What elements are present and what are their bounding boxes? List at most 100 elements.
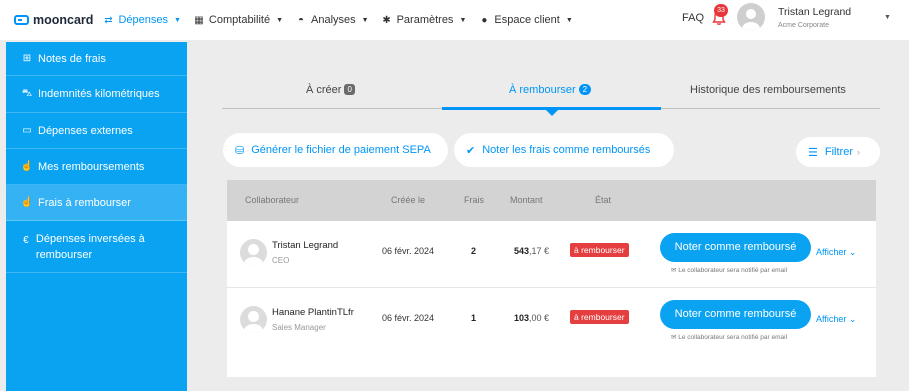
chevron-down-icon: ▼ <box>459 16 467 24</box>
chevron-down-icon: ▼ <box>276 16 283 24</box>
chevron-down-icon: ⌄ <box>848 314 857 324</box>
amount-decimal: ,00 € <box>529 313 550 323</box>
chevron-down-icon: ⌄ <box>848 247 857 257</box>
brand-logo[interactable]: mooncard <box>14 13 93 27</box>
sidebar-item-label: Indemnités kilométriques <box>38 88 160 100</box>
receipt-icon: ⊞ <box>22 53 32 64</box>
euro-refund-icon: € <box>23 235 29 246</box>
column-header-amount[interactable]: Montant <box>510 195 543 205</box>
collaborator-role: CEO <box>272 256 290 265</box>
top-navbar: mooncard ⇄ Dépenses ▼ ▦ Comptabilité ▼ ◓… <box>0 0 909 40</box>
tab-a-creer[interactable]: À créer 0 <box>306 84 355 96</box>
notification-note: ✉ Le collaborateur sera notifié par emai… <box>671 333 787 341</box>
hand-coin-icon: ☝ <box>20 161 34 172</box>
nav-espace-client-label: Espace client <box>494 14 560 26</box>
sidebar-item-depenses-externes[interactable]: ▭ Dépenses externes <box>6 113 187 149</box>
nav-parametres[interactable]: ✱ Paramètres ▼ <box>382 14 467 26</box>
table-row[interactable]: Hanane PlantinTLfr Sales Manager 06 févr… <box>227 287 876 353</box>
sidebar: ⊞ Notes de frais ⛍ Indemnités kilométriq… <box>6 42 187 391</box>
filter-button[interactable]: ☰ Filtrer › <box>796 137 880 167</box>
expense-count: 2 <box>471 246 477 256</box>
amount-decimal: ,17 € <box>529 246 550 256</box>
sidebar-item-indemnites-kilometriques[interactable]: ⛍ Indemnités kilométriques <box>6 76 187 113</box>
mark-as-reimbursed-button[interactable]: Noter comme remboursé <box>660 300 811 329</box>
user-avatar[interactable] <box>737 3 765 31</box>
wallet-euro-icon: ⛁ <box>235 144 245 157</box>
created-date: 06 févr. 2024 <box>382 313 435 323</box>
collaborator-role: Sales Manager <box>272 323 326 332</box>
show-details-label: Afficher <box>816 314 847 324</box>
avatar <box>240 239 267 266</box>
amount: 103,00 € <box>514 313 549 323</box>
chevron-down-icon: ▼ <box>173 16 181 24</box>
user-name[interactable]: Tristan Legrand <box>778 6 851 18</box>
created-date: 06 févr. 2024 <box>382 246 435 256</box>
collaborator-name: Hanane PlantinTLfr <box>272 307 354 318</box>
mark-as-reimbursed-button[interactable]: Noter comme remboursé <box>660 233 811 262</box>
show-details-link[interactable]: Afficher ⌄ <box>816 247 856 258</box>
mark-reimbursed-label: Noter les frais comme remboursés <box>482 144 651 156</box>
exchange-icon: ⇄ <box>104 14 113 26</box>
column-header-collaborator[interactable]: Collaborateur <box>245 195 299 205</box>
user-icon: ● <box>481 14 488 26</box>
sidebar-item-frais-a-rembourser[interactable]: ☝ Frais à rembourser <box>6 185 187 221</box>
amount-integer: 103 <box>514 313 530 323</box>
expense-count: 1 <box>471 313 477 323</box>
amount: 543,17 € <box>514 246 549 256</box>
notification-count-badge: 33 <box>714 4 728 17</box>
table-footer-space <box>227 353 876 377</box>
nav-depenses[interactable]: ⇄ Dépenses ▼ <box>103 14 181 26</box>
column-header-expenses[interactable]: Frais <box>464 195 484 205</box>
avatar-silhouette-icon <box>742 9 760 31</box>
nav-analyses-label: Analyses <box>311 14 356 26</box>
nav-depenses-label: Dépenses <box>118 14 168 26</box>
sidebar-item-label: Frais à rembourser <box>38 196 131 209</box>
filter-label: Filtrer <box>824 146 853 158</box>
generate-sepa-label: Générer le fichier de paiement SEPA <box>251 144 431 156</box>
sidebar-item-label: Dépenses externes <box>38 124 133 137</box>
sidebar-item-depenses-inversees[interactable]: € Dépenses inversées à rembourser <box>6 221 187 273</box>
tab-a-rembourser[interactable]: À rembourser 2 <box>509 84 592 96</box>
chevron-right-icon: › <box>856 147 860 157</box>
status-badge: à rembourser <box>570 310 629 324</box>
column-header-state[interactable]: État <box>595 195 611 205</box>
nav-comptabilite[interactable]: ▦ Comptabilité ▼ <box>194 14 283 26</box>
show-details-link[interactable]: Afficher ⌄ <box>816 314 856 325</box>
nav-analyses[interactable]: ◓ Analyses ▼ <box>296 14 369 26</box>
tab-label: À rembourser <box>509 84 576 96</box>
ledger-icon: ▦ <box>194 14 204 26</box>
mooncard-card-icon <box>14 15 29 25</box>
nav-comptabilite-label: Comptabilité <box>208 14 271 26</box>
generate-sepa-button[interactable]: ⛁ Générer le fichier de paiement SEPA <box>223 133 448 167</box>
user-menu-chevron-icon[interactable]: ▼ <box>884 14 891 21</box>
sliders-icon: ☰ <box>808 146 818 159</box>
column-header-created[interactable]: Créée le <box>391 195 425 205</box>
notification-note: ✉ Le collaborateur sera notifié par emai… <box>671 266 787 274</box>
notification-note-text: Le collaborateur sera notifié par email <box>678 334 788 341</box>
show-details-label: Afficher <box>816 247 847 257</box>
gauge-icon: ◓ <box>297 14 305 26</box>
table-row[interactable]: Tristan Legrand CEO 06 févr. 2024 2 543,… <box>227 221 876 287</box>
avatar <box>240 306 267 333</box>
status-badge: à rembourser <box>570 243 629 257</box>
card-icon: ▭ <box>22 125 32 136</box>
chevron-down-icon: ▼ <box>565 16 573 24</box>
gear-icon: ✱ <box>382 14 391 26</box>
active-tab-arrow <box>546 110 558 116</box>
faq-link[interactable]: FAQ <box>682 12 704 24</box>
notifications-button[interactable]: 33 <box>712 4 728 26</box>
user-organization: Acme Corporate <box>778 22 829 29</box>
check-icon: ✔ <box>466 144 476 157</box>
sidebar-item-label: Notes de frais <box>38 52 106 65</box>
table-header <box>227 180 876 221</box>
nav-espace-client[interactable]: ● Espace client ▼ <box>479 14 572 26</box>
sidebar-item-label: Mes remboursements <box>38 160 145 173</box>
collaborator-name: Tristan Legrand <box>272 240 339 251</box>
notification-note-text: Le collaborateur sera notifié par email <box>678 267 788 274</box>
sidebar-item-mes-remboursements[interactable]: ☝ Mes remboursements <box>6 149 187 185</box>
car-icon: ⛍ <box>21 87 33 99</box>
mark-reimbursed-button[interactable]: ✔ Noter les frais comme remboursés <box>454 133 674 167</box>
tab-historique[interactable]: Historique des remboursements <box>690 84 846 96</box>
sidebar-item-notes-de-frais[interactable]: ⊞ Notes de frais <box>6 42 187 76</box>
tab-label: À créer <box>306 84 342 96</box>
